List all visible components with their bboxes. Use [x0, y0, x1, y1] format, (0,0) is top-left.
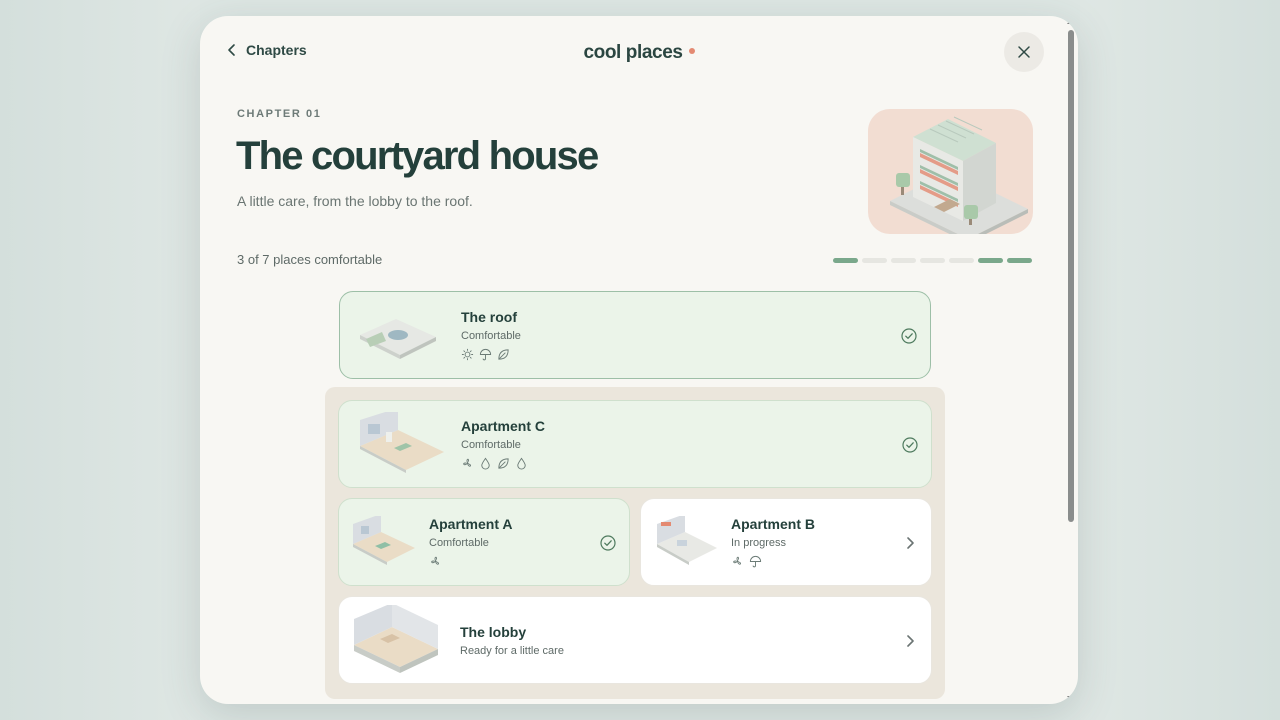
- progress-segment: [949, 258, 974, 263]
- progress-bar: [833, 258, 1032, 263]
- place-card-apartment-b[interactable]: Apartment B In progress: [640, 498, 932, 586]
- chapter-modal: Chapters cool places CHAPTER 01 The cour…: [200, 16, 1078, 704]
- backdrop-right: [1080, 0, 1280, 720]
- place-name: Apartment A: [429, 516, 513, 532]
- check-circle-icon: [902, 437, 918, 453]
- place-name: Apartment B: [731, 516, 816, 532]
- place-status: In progress: [731, 537, 787, 549]
- fan-icon: [431, 556, 439, 565]
- apartment-b-thumbnail: [655, 514, 719, 568]
- building-illustration: [868, 109, 1033, 234]
- progress-text: 3 of 7 places comfortable: [237, 252, 383, 267]
- progress-segment: [978, 258, 1003, 263]
- place-card-apartment-a[interactable]: Apartment A Comfortable: [338, 498, 630, 586]
- place-card-roof[interactable]: The roof Comfortable: [339, 291, 931, 379]
- sun-icon: [461, 348, 474, 361]
- lobby-thumbnail: [352, 603, 440, 675]
- place-name: The roof: [461, 309, 517, 325]
- leaf-icon: [498, 458, 509, 469]
- scroll-down-arrow[interactable]: [1067, 696, 1075, 701]
- progress-segment: [1007, 258, 1032, 263]
- place-card-lobby[interactable]: The lobby Ready for a little care: [338, 596, 932, 684]
- place-status: Ready for a little care: [460, 644, 564, 657]
- leaf-icon: [498, 349, 509, 360]
- place-status: Comfortable: [461, 439, 521, 451]
- chevron-right-icon: [907, 635, 914, 647]
- roof-thumbnail: [356, 305, 440, 365]
- progress-segment: [862, 258, 887, 263]
- chapter-label: CHAPTER 01: [237, 108, 322, 120]
- check-circle-icon: [901, 328, 917, 344]
- apartment-c-thumbnail: [356, 408, 446, 476]
- progress-segment: [891, 258, 916, 263]
- drop-icon: [517, 457, 526, 470]
- scrollbar[interactable]: [1066, 16, 1076, 704]
- care-icons: [731, 555, 815, 568]
- scroll-thumb[interactable]: [1068, 30, 1074, 522]
- place-card-apartment-c[interactable]: Apartment C Comfortable: [338, 400, 932, 488]
- place-name: Apartment C: [461, 418, 546, 434]
- umbrella-icon: [479, 349, 492, 361]
- care-icons: [429, 555, 513, 568]
- care-icons: [461, 457, 545, 470]
- check-circle-icon: [600, 535, 616, 551]
- progress-segment: [833, 258, 858, 263]
- drop-icon: [481, 457, 490, 470]
- brand-dot: [688, 48, 695, 54]
- fan-icon: [463, 458, 471, 467]
- apartment-a-thumbnail: [351, 514, 417, 568]
- brand-logo: cool places: [200, 42, 1078, 64]
- chevron-right-icon: [907, 537, 914, 549]
- place-name: The lobby: [460, 623, 527, 640]
- page-title: The courtyard house: [236, 134, 599, 178]
- brand-name: cool places: [583, 42, 683, 63]
- scroll-up-arrow[interactable]: [1067, 19, 1075, 24]
- close-button[interactable]: [1004, 32, 1044, 72]
- chapter-subtitle: A little care, from the lobby to the roo…: [237, 193, 473, 209]
- backdrop-left: [0, 0, 200, 720]
- close-icon: [1018, 46, 1030, 58]
- progress-segment: [920, 258, 945, 263]
- fan-icon: [733, 556, 741, 565]
- place-status: Comfortable: [461, 330, 521, 342]
- care-icons: [461, 348, 521, 361]
- umbrella-icon: [749, 556, 762, 568]
- place-status: Comfortable: [429, 537, 489, 549]
